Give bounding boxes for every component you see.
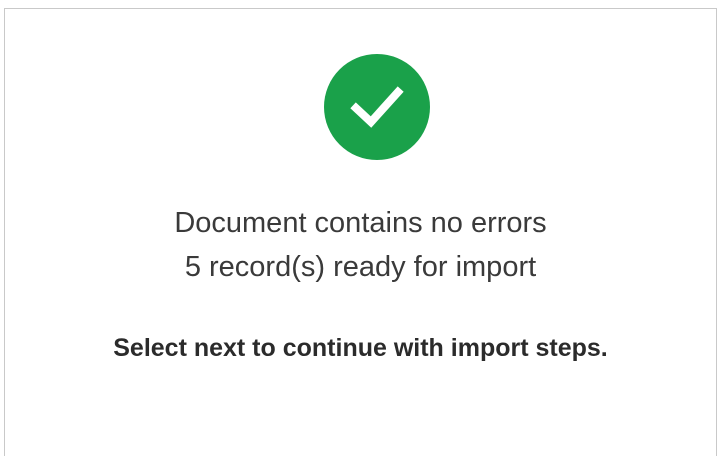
next-step-instruction: Select next to continue with import step… [113,334,608,362]
success-check-icon [324,54,430,160]
checkmark-icon [350,86,404,128]
import-validation-page: Document contains no errors 5 record(s) … [0,0,720,456]
status-message: Document contains no errors [174,207,547,239]
records-ready-message: 5 record(s) ready for import [184,251,537,283]
validation-result-panel: Document contains no errors 5 record(s) … [4,8,717,456]
